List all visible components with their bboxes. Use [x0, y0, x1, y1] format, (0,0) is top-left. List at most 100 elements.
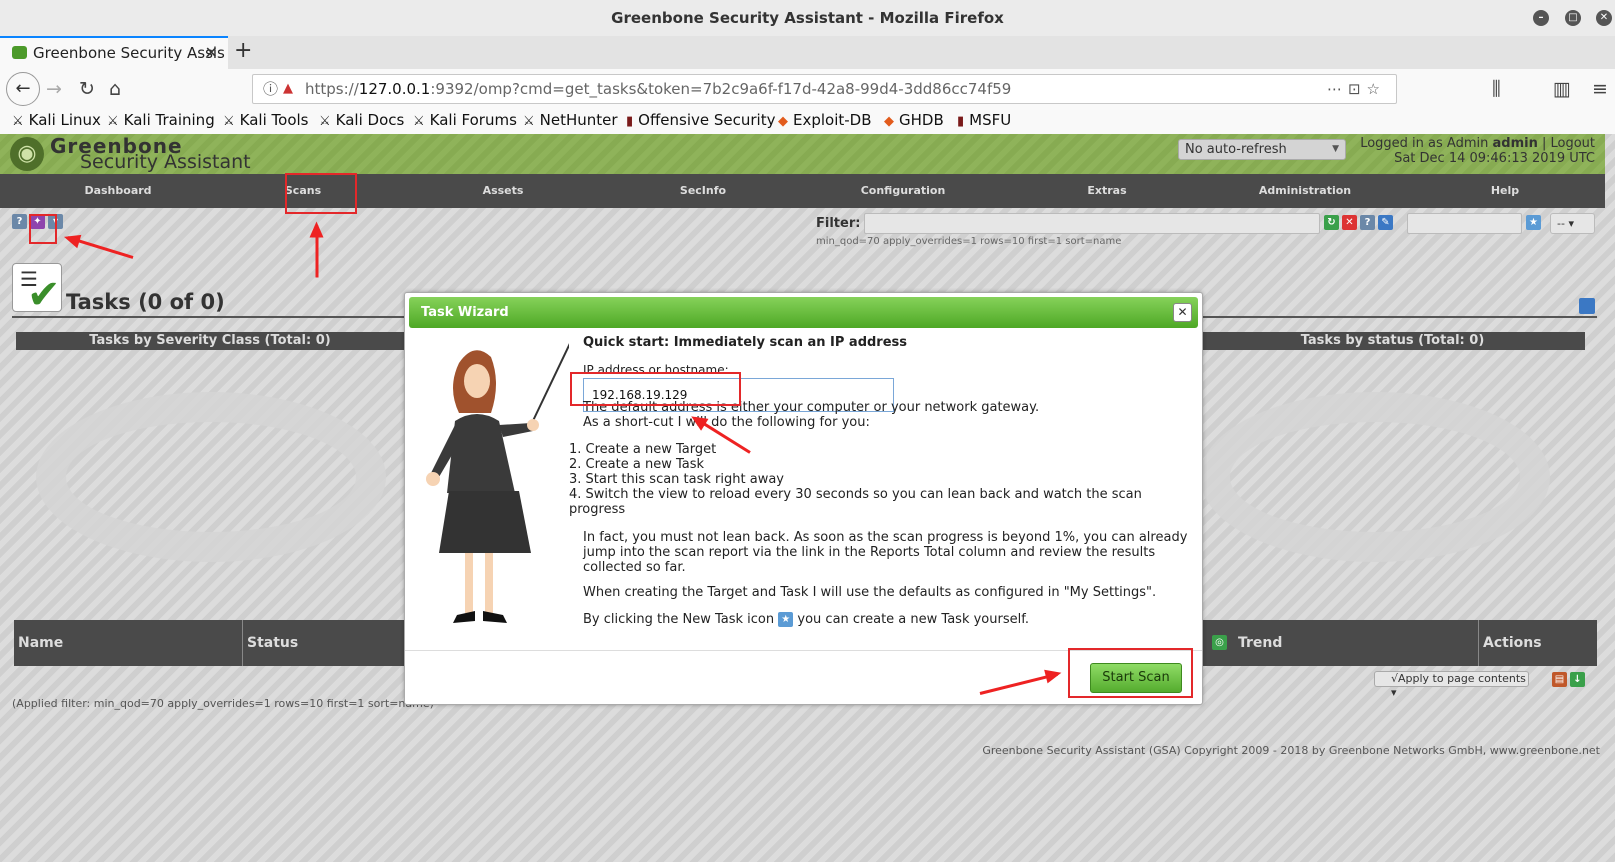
chevron-down-icon: ▼ [1332, 144, 1339, 154]
annotation-box-scans [285, 173, 357, 214]
bookmark-item[interactable]: ⚔ Kali Training [107, 111, 215, 129]
filter-description: min_qod=70 apply_overrides=1 rows=10 fir… [816, 236, 1122, 247]
menu-assets[interactable]: Assets [433, 174, 573, 208]
logout-link[interactable]: Logout [1550, 136, 1595, 151]
filter-name-input[interactable] [1407, 213, 1522, 234]
new-task-text: By clicking the New Task icon ★ you can … [583, 612, 1029, 627]
insecure-lock-icon[interactable]: ▲ [283, 75, 293, 103]
edit-filter-icon[interactable]: ✎ [1378, 215, 1393, 230]
page-actions-icons[interactable]: ⋯⊡☆ [1327, 75, 1386, 103]
apply-to-select[interactable]: √Apply to page contents ▾ [1374, 671, 1529, 699]
back-icon[interactable]: ← [6, 72, 40, 106]
trash-icon[interactable]: ▤ [1552, 672, 1567, 687]
menu-dashboard[interactable]: Dashboard [48, 174, 188, 208]
filter-input[interactable] [864, 213, 1320, 234]
update-filter-icon[interactable]: ↻ [1324, 215, 1339, 230]
col-name[interactable]: Name [14, 620, 243, 666]
kali-dragon-icon: ⚔ [12, 114, 24, 129]
url-path: :9392/omp?cmd=get_tasks&token=7b2c9a6f-f… [430, 80, 1012, 98]
help-icon[interactable]: ? [12, 214, 27, 229]
settings-text: When creating the Target and Task I will… [583, 585, 1157, 600]
export-icon[interactable]: ↓ [1570, 672, 1585, 687]
menu-administration[interactable]: Administration [1235, 174, 1375, 208]
bookmark-item[interactable]: ⚔ NetHunter [523, 111, 618, 129]
forward-icon[interactable]: → [46, 69, 62, 109]
bookmark-item[interactable]: ⚔ Kali Linux [12, 111, 101, 129]
bookmark-item[interactable]: ▮ Offensive Security [626, 111, 776, 129]
wizard-step: Create a new Task [569, 457, 1193, 472]
bookmarks-toolbar: ⚔ Kali Linux ⚔ Kali Training ⚔ Kali Tools ⚔… [0, 109, 1615, 134]
wizard-titlebar: Task Wizard ✕ [409, 297, 1198, 328]
bookmark-item[interactable]: ◆ Exploit-DB [778, 111, 872, 129]
wrench-icon[interactable] [1579, 298, 1595, 314]
kali-dragon-icon: ⚔ [223, 114, 235, 129]
offsec-icon: ▮ [626, 114, 634, 129]
close-tab-icon[interactable]: ✕ [205, 38, 218, 68]
auto-refresh-select[interactable]: No auto-refresh ▼ [1178, 139, 1346, 160]
gsa-header: ◉ Greenbone Security Assistant No auto-r… [0, 134, 1605, 174]
wizard-step: Create a new Target [569, 442, 1193, 457]
maximize-icon[interactable]: □ [1565, 10, 1581, 26]
annotation-box-ip [570, 372, 741, 406]
info-icon[interactable]: ⓘ [263, 75, 278, 103]
home-icon[interactable]: ⌂ [109, 69, 121, 109]
url-host: 127.0.0.1 [358, 80, 431, 98]
close-window-icon[interactable]: ✕ [1596, 10, 1612, 26]
kali-dragon-icon: ⚔ [413, 114, 425, 129]
sidebar-icon[interactable]: ▥ [1553, 69, 1571, 109]
wizard-step: Start this scan task right away [569, 472, 1193, 487]
teacher-illustration [426, 343, 569, 623]
lean-back-text: In fact, you must not lean back. As soon… [583, 530, 1188, 575]
window-title: Greenbone Security Assistant - Mozilla F… [611, 9, 1004, 27]
menu-help[interactable]: Help [1435, 174, 1575, 208]
saved-filter-select[interactable]: -- ▾ [1550, 213, 1595, 234]
kali-dragon-icon: ⚔ [107, 114, 119, 129]
menu-secinfo[interactable]: SecInfo [633, 174, 773, 208]
username-link[interactable]: admin [1492, 136, 1537, 151]
reset-filter-icon[interactable]: ✕ [1342, 215, 1357, 230]
msfu-icon: ▮ [957, 114, 965, 129]
tasks-title: Tasks (0 of 0) [66, 290, 225, 314]
status-donut-chart [1200, 392, 1550, 562]
wizard-content: Quick start: Immediately scan an IP addr… [583, 335, 1193, 350]
tasks-section-icon: ☰ ✔ [12, 263, 62, 318]
bookmark-item[interactable]: ▮ MSFU [957, 111, 1011, 129]
menu-extras[interactable]: Extras [1037, 174, 1177, 208]
col-status[interactable]: Status [243, 620, 413, 666]
logo-text-security-assistant: Security Assistant [80, 151, 251, 173]
filter-help-icon[interactable]: ? [1360, 215, 1375, 230]
tab-title: Greenbone Security Assis [33, 44, 225, 62]
wizard-text: The default address is either your compu… [569, 400, 1193, 627]
save-filter-star-icon[interactable]: ★ [1526, 215, 1541, 230]
hamburger-menu-icon[interactable]: ≡ [1592, 69, 1608, 109]
url-bar[interactable]: ⓘ ▲ https://127.0.0.1:9392/omp?cmd=get_t… [252, 74, 1397, 104]
wizard-steps-list: Create a new Target Create a new Task St… [569, 442, 1193, 517]
task-wizard-dialog: Task Wizard ✕ Quick start: Immediately s… [404, 292, 1203, 705]
severity-chart-header[interactable]: Tasks by Severity Class (Total: 0) [16, 332, 404, 350]
library-icon[interactable]: ⫼ [1492, 69, 1501, 109]
bookmark-item[interactable]: ◆ GHDB [884, 111, 944, 129]
greenbone-logo-icon[interactable]: ◉ [10, 137, 44, 171]
bookmark-item[interactable]: ⚔ Kali Forums [413, 111, 517, 129]
kali-dragon-icon: ⚔ [319, 114, 331, 129]
reload-icon[interactable]: ↻ [79, 69, 95, 109]
status-chart-header[interactable]: Tasks by status (Total: 0) [1200, 332, 1585, 350]
logged-in-label: Logged in as Admin [1360, 136, 1493, 151]
applied-filter-text: (Applied filter: min_qod=70 apply_overri… [12, 697, 434, 710]
bookmark-item[interactable]: ⚔ Kali Tools [223, 111, 308, 129]
ghdb-icon: ◆ [884, 114, 894, 129]
menu-configuration[interactable]: Configuration [833, 174, 973, 208]
navigation-bar: ← → ↻ ⌂ ⓘ ▲ https://127.0.0.1:9392/omp?c… [0, 69, 1615, 109]
close-icon[interactable]: ✕ [1173, 303, 1192, 322]
new-tab-icon[interactable]: + [234, 36, 252, 66]
tab-bar: Greenbone Security Assis ✕ + [0, 36, 1615, 69]
current-datetime: Sat Dec 14 09:46:13 2019 UTC [1394, 151, 1595, 166]
shortcut-text: As a short-cut I will do the following f… [583, 415, 870, 430]
tab-gsa[interactable]: Greenbone Security Assis ✕ [0, 36, 228, 69]
new-task-star-icon[interactable]: ★ [778, 612, 794, 627]
wizard-step: Switch the view to reload every 30 secon… [569, 487, 1193, 517]
col-trend[interactable]: Trend [1234, 620, 1479, 666]
trend-sort-icon[interactable]: ◎ [1212, 635, 1227, 650]
bookmark-item[interactable]: ⚔ Kali Docs [319, 111, 404, 129]
minimize-icon[interactable]: – [1533, 10, 1549, 26]
